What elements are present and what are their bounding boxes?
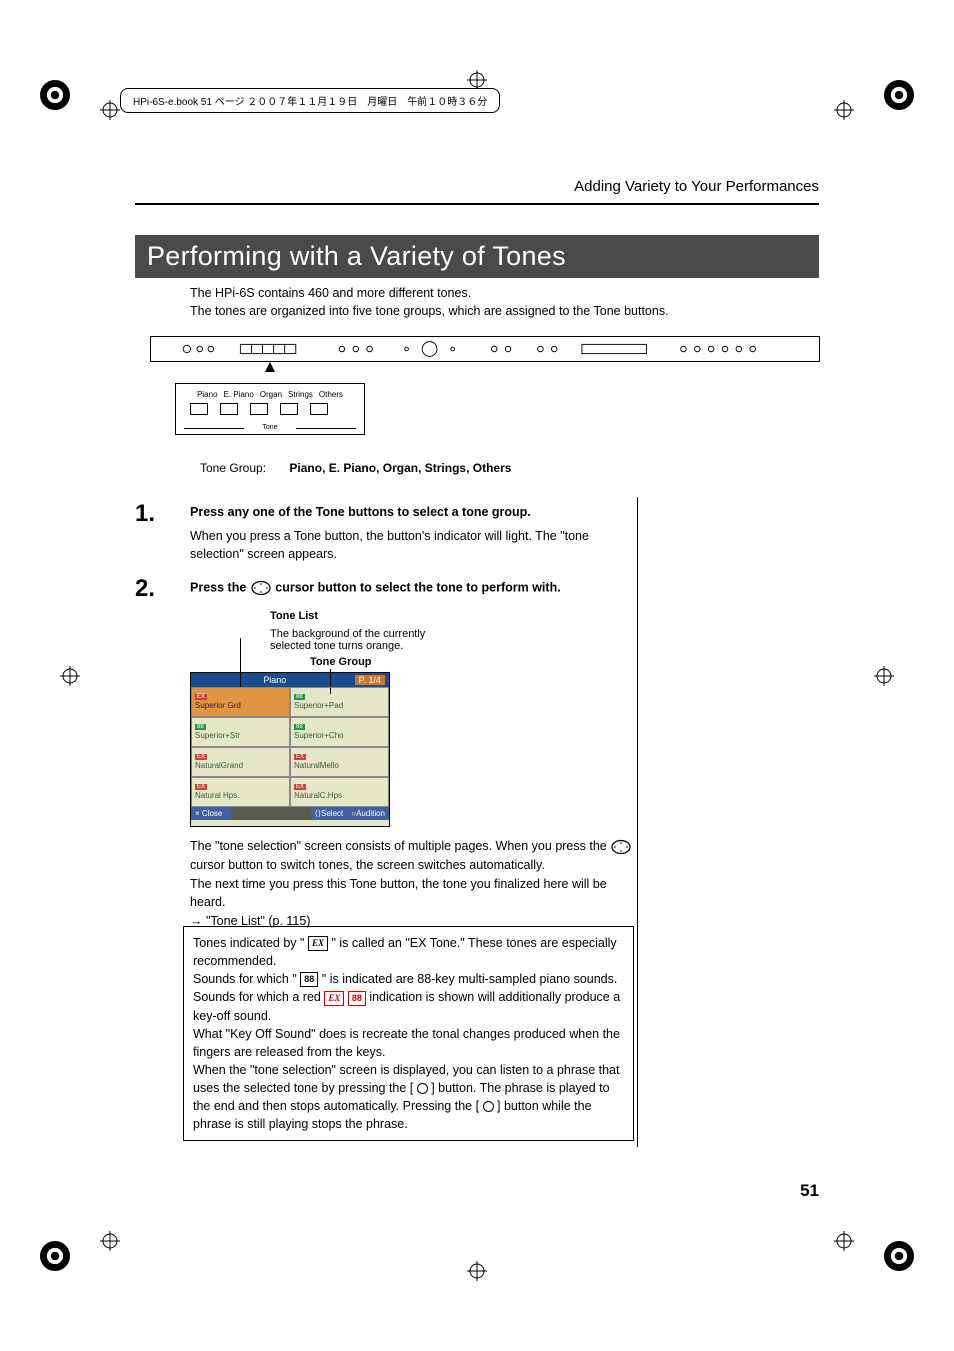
tone-selection-screen: Piano P. 1/4 EXSuperior Grd88Superior+Pa… (190, 672, 390, 827)
tone-cell: 88Superior+Str (191, 717, 290, 747)
ss-close: × Close (191, 807, 231, 820)
section-title: Performing with a Variety of Tones (135, 235, 819, 278)
tone-group-sublabel: Tone Group (310, 656, 430, 668)
after-screen-text: The "tone selection" screen consists of … (190, 837, 639, 931)
tone-cell: EXNatural Hps. (191, 777, 290, 807)
tone-group-line: Tone Group: Piano, E. Piano, Organ, Stri… (200, 461, 511, 475)
registration-mark-icon (100, 1231, 120, 1251)
tone-buttons-diagram: Piano E. Piano Organ Strings Others Tone (175, 383, 365, 435)
tone-cell: EXNaturalGrand (191, 747, 290, 777)
cursor-button-icon (250, 580, 272, 596)
tone-cell: EXSuperior Grd (191, 687, 290, 717)
tone-list-label: Tone List (270, 610, 430, 622)
after-screen-p1b: cursor button to switch tones, the scree… (190, 858, 545, 872)
tone-group-box-label: Tone (186, 424, 354, 431)
registration-mark-icon (834, 100, 854, 120)
tone-btn-squares (190, 403, 328, 415)
chapter-header: Adding Variety to Your Performances (574, 178, 819, 195)
ss-select: ⟨⟩Select (311, 807, 347, 820)
cursor-button-icon (610, 839, 632, 855)
tone-cell: EXNaturalMello (290, 747, 389, 777)
circle-button-icon (483, 1101, 494, 1112)
after-screen-p2: The next time you press this Tone button… (190, 877, 607, 910)
tone-btn-label: Piano (197, 390, 217, 399)
tone-list-diagram: Tone List The background of the currentl… (190, 610, 430, 827)
step-1-body: When you press a Tone button, the button… (190, 527, 639, 563)
printer-mark-tl (40, 80, 70, 110)
ss-blank (231, 807, 311, 820)
tone-btn-label: Others (319, 390, 343, 399)
note-l3a: Sounds for which a red (193, 990, 324, 1004)
ss-header-page: P. 1/4 (355, 675, 385, 685)
note-box: Tones indicated by " EX " is called an "… (183, 926, 634, 1141)
registration-mark-icon (834, 1231, 854, 1251)
intro-line1: The HPi-6S contains 460 and more differe… (190, 286, 471, 300)
intro-line2: The tones are organized into five tone g… (190, 304, 669, 318)
intro-paragraph: The HPi-6S contains 460 and more differe… (190, 284, 819, 320)
tone-btn-label: Strings (288, 390, 313, 399)
step-2: 2. Press the cursor button to select the… (135, 580, 639, 604)
step-number: 2. (135, 575, 155, 603)
tone-btn-label: Organ (260, 390, 282, 399)
m88-badge-red: 88 (348, 991, 366, 1006)
step-1-title: Press any one of the Tone buttons to sel… (190, 505, 639, 519)
ex-badge-red: EX (324, 991, 344, 1006)
ex-badge: EX (308, 936, 328, 951)
note-l2a: Sounds for which " (193, 972, 300, 986)
page-header-meta: HPi-6S-e.book 51 ページ ２００７年１１月１９日 月曜日 午前１… (120, 88, 500, 113)
registration-mark-icon (467, 70, 487, 90)
tone-group-value: Piano, E. Piano, Organ, Strings, Others (289, 461, 511, 475)
tone-cell: 88Superior+Cho (290, 717, 389, 747)
ss-audition: ○Audition (347, 807, 389, 820)
tone-cell: 88Superior+Pad (290, 687, 389, 717)
registration-mark-icon (100, 100, 120, 120)
tone-cell: EXNaturalC.Hps (290, 777, 389, 807)
step-2-title: Press the cursor button to select the to… (190, 580, 639, 596)
circle-button-icon (417, 1083, 428, 1094)
page-number: 51 (800, 1181, 819, 1201)
note-l4: What "Key Off Sound" does is recreate th… (193, 1027, 620, 1059)
after-screen-p1a: The "tone selection" screen consists of … (190, 839, 610, 853)
printer-mark-bl (40, 1241, 70, 1271)
m88-badge: 88 (300, 972, 318, 987)
control-panel-diagram (150, 336, 820, 362)
step-2-title-post: cursor button to select the tone to perf… (275, 580, 560, 594)
horizontal-rule (135, 203, 819, 205)
registration-mark-icon (874, 666, 894, 686)
step-number: 1. (135, 500, 155, 528)
tone-btn-label: E. Piano (224, 390, 254, 399)
step-1: 1. Press any one of the Tone buttons to … (135, 505, 639, 563)
bg-desc-label: The background of the currently selected… (270, 628, 430, 652)
printer-mark-tr (884, 80, 914, 110)
tone-group-label-text: Tone Group: (200, 461, 266, 475)
note-l2b: " is indicated are 88-key multi-sampled … (322, 972, 618, 986)
registration-mark-icon (60, 666, 80, 686)
printer-mark-br (884, 1241, 914, 1271)
note-l1a: Tones indicated by " (193, 936, 308, 950)
step-2-title-pre: Press the (190, 580, 250, 594)
registration-mark-icon (467, 1261, 487, 1281)
arrow-up-icon (265, 362, 275, 372)
